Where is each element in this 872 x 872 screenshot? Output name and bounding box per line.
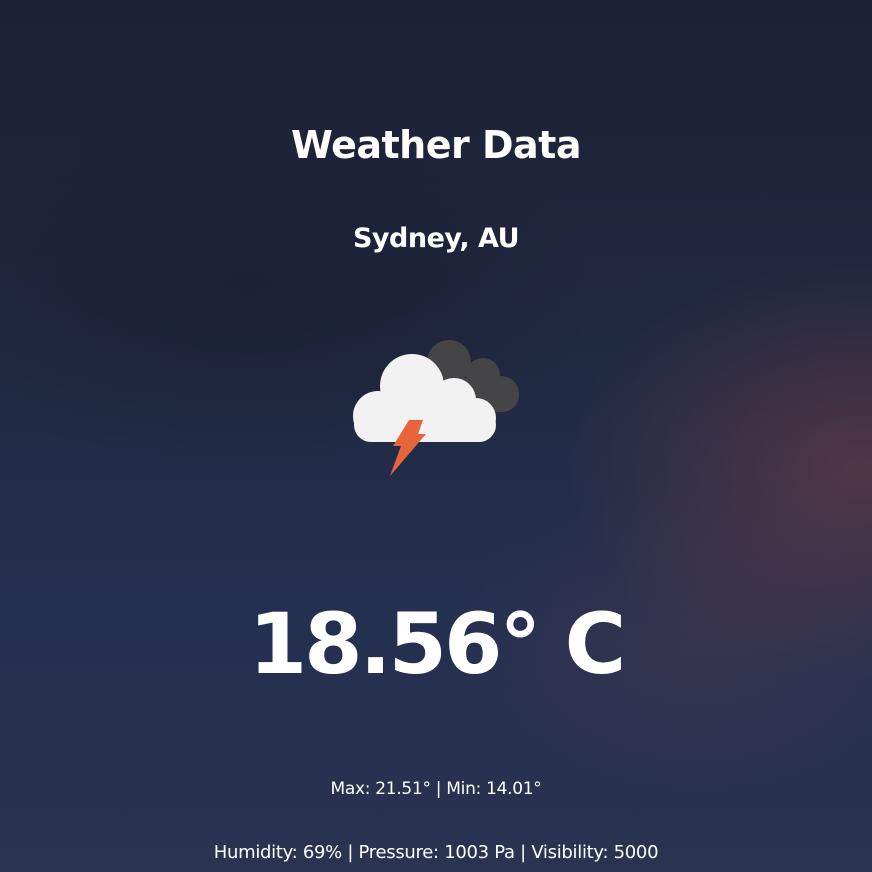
current-temperature: 18.56° C [248,595,627,693]
thunderstorm-icon [346,330,526,480]
weather-details: Humidity: 69% | Pressure: 1003 Pa | Visi… [213,842,659,863]
location-label: Sydney, AU [352,223,520,254]
temperature-range: Max: 21.51° | Min: 14.01° [330,779,542,799]
page-title: Weather Data [291,123,581,167]
